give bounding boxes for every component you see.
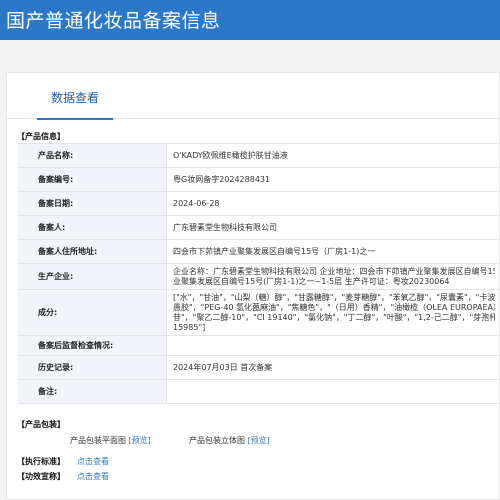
row-label: 成分: xyxy=(18,290,167,335)
row-value: 粤G妆网备字2024288431 xyxy=(173,175,271,184)
row-label: 产品名称: xyxy=(18,144,167,167)
row-label: 备案人: xyxy=(18,216,167,239)
standards-view-link[interactable]: 点击查看 xyxy=(77,456,109,467)
row-value: ["水"，"甘油"，"山梨（糖）醇"，"甘露糖醇"，"麦芽糖醇"，"苯氧乙醇"，… xyxy=(167,290,500,335)
tab-data-view[interactable]: 数据查看 xyxy=(37,89,113,120)
row-label: 备案人住所地址: xyxy=(18,240,167,263)
packaging-section-title: 【产品包装】 xyxy=(17,420,65,429)
package-3d-image-item: 产品包装立体图 [预览] xyxy=(189,435,270,446)
info-row-registration-date: 备案日期: 2024-06-28 xyxy=(18,192,500,216)
row-label: 备案后监督检查情况: xyxy=(18,336,167,355)
row-value: 2024年07月03日 首次备案 xyxy=(173,363,273,372)
ingredient-line: 苷"，"聚乙二醇-10"，"CI 19140"，"氯化钠"，"丁二醇"，"叶酸"… xyxy=(173,313,495,322)
row-value xyxy=(167,380,500,403)
package-flat-image-label: 产品包装平面图 xyxy=(70,436,126,445)
manufacturer-line: 企业名称：广东碧素堂生物科技有限公司 企业地址：四会市下茆镇产业聚集发展区自编号… xyxy=(173,267,495,276)
standards-section-title: 【执行标准】 xyxy=(17,457,65,466)
efficacy-section-title: 【功效宣称】 xyxy=(17,472,65,481)
row-value: 四会市下茆镇产业聚集发展区自编号15号（厂房1-1)之一 xyxy=(173,247,376,256)
page-header: 国产普通化妆品备案信息 xyxy=(0,0,500,40)
info-row-registrant-address: 备案人住所地址: 四会市下茆镇产业聚集发展区自编号15号（厂房1-1)之一 xyxy=(18,240,500,264)
row-value: O'KADY欧佩维E橄榄护肤甘油液 xyxy=(173,151,288,160)
info-row-history: 历史记录: 2024年07月03日 首次备案 xyxy=(18,356,500,380)
row-value xyxy=(167,336,500,355)
ingredient-line: 愚胶"，"PEG-40 氢化蓖麻油"，"焦糖色"，"（日用）香精"，"油橄榄（O… xyxy=(173,303,495,312)
ingredient-line: 15985"] xyxy=(173,323,206,332)
package-flat-image-preview-link[interactable]: [预览] xyxy=(129,436,151,445)
tab-data-view-label: 数据查看 xyxy=(50,91,99,105)
info-row-product-name: 产品名称: O'KADY欧佩维E橄榄护肤甘油液 xyxy=(18,144,500,168)
row-label: 历史记录: xyxy=(18,356,167,379)
package-3d-image-preview-link[interactable]: [预览] xyxy=(248,436,270,445)
info-row-remarks: 备注: xyxy=(18,380,500,404)
package-flat-image-item: 产品包装平面图 [预览] xyxy=(70,435,151,446)
row-value: 企业名称：广东碧素堂生物科技有限公司 企业地址：四会市下茆镇产业聚集发展区自编号… xyxy=(167,264,500,289)
info-row-registration-number: 备案编号: 粤G妆网备字2024288431 xyxy=(18,168,500,192)
product-info-section-title: 【产品信息】 xyxy=(17,132,65,141)
ingredient-line: ["水"，"甘油"，"山梨（糖）醇"，"甘露糖醇"，"麦芽糖醇"，"苯氧乙醇"，… xyxy=(173,293,495,302)
row-label: 备注: xyxy=(18,380,167,403)
package-3d-image-label: 产品包装立体图 xyxy=(189,436,245,445)
info-row-post-registration-inspection: 备案后监督检查情况: xyxy=(18,336,500,356)
row-value: 广东碧素堂生物科技有限公司 xyxy=(173,223,277,232)
page-title: 国产普通化妆品备案信息 xyxy=(6,10,221,32)
tab-active-indicator xyxy=(37,118,113,120)
row-value: 2024-06-28 xyxy=(173,199,220,208)
manufacturer-line: 业聚集发展区自编号15号(厂房1-1)之一~1-5层 生产许可证：粤妆20230… xyxy=(173,277,450,286)
content-card: 数据查看 【产品信息】 产品名称: O'KADY欧佩维E橄榄护肤甘油液 备案编号… xyxy=(6,72,500,500)
efficacy-view-link[interactable]: 点击查看 xyxy=(77,471,109,482)
tab-bar: 数据查看 xyxy=(7,73,500,120)
row-label: 备案编号: xyxy=(18,168,167,191)
info-row-registrant: 备案人: 广东碧素堂生物科技有限公司 xyxy=(18,216,500,240)
row-label: 备案日期: xyxy=(18,192,167,215)
product-info-table: 产品名称: O'KADY欧佩维E橄榄护肤甘油液 备案编号: 粤G妆网备字2024… xyxy=(18,143,500,404)
info-row-ingredients: 成分: ["水"，"甘油"，"山梨（糖）醇"，"甘露糖醇"，"麦芽糖醇"，"苯氧… xyxy=(18,290,500,336)
info-row-manufacturer: 生产企业: 企业名称：广东碧素堂生物科技有限公司 企业地址：四会市下茆镇产业聚集… xyxy=(18,264,500,290)
row-label: 生产企业: xyxy=(18,264,167,289)
